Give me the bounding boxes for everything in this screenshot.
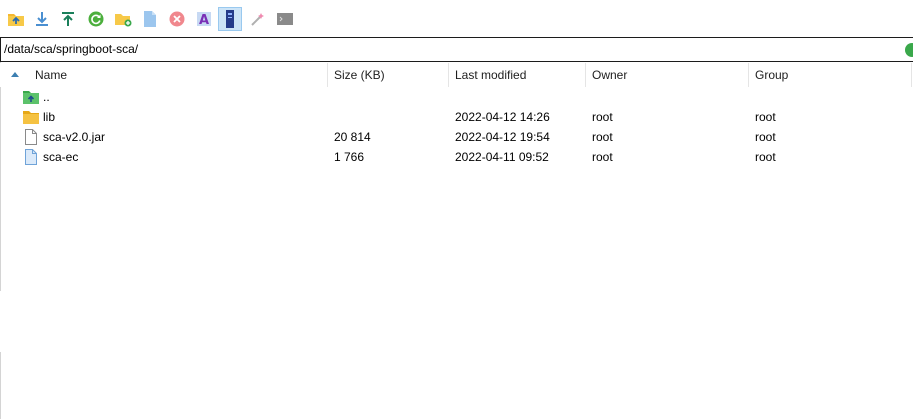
column-divider[interactable] <box>748 63 749 87</box>
file-row[interactable]: lib 2022-04-12 14:26 root root <box>0 107 913 127</box>
column-name-header[interactable]: Name <box>35 63 325 87</box>
new-folder-button[interactable] <box>111 7 135 31</box>
refresh-button[interactable] <box>84 7 108 31</box>
column-divider[interactable] <box>911 63 912 87</box>
new-folder-icon <box>115 14 132 27</box>
new-file-icon <box>144 11 156 27</box>
file-group: root <box>755 110 776 124</box>
file-group: root <box>755 130 776 144</box>
file-size: 20 814 <box>334 130 371 144</box>
column-divider[interactable] <box>448 63 449 87</box>
sort-ascending-icon <box>11 72 19 77</box>
file-icon <box>25 149 37 165</box>
panel-border <box>0 352 1 419</box>
file-browser-panel: A /data/sca/springboot-sca/ Name Size (K… <box>0 0 913 419</box>
find-button[interactable] <box>246 7 270 31</box>
properties-button[interactable] <box>218 7 242 31</box>
column-size-header[interactable]: Size (KB) <box>334 63 444 87</box>
file-owner: root <box>592 130 613 144</box>
file-name: lib <box>43 110 56 124</box>
file-owner: root <box>592 110 613 124</box>
properties-icon <box>226 10 234 28</box>
terminal-button[interactable] <box>273 7 297 31</box>
download-button[interactable] <box>30 7 54 31</box>
file-group: root <box>755 150 776 164</box>
file-row[interactable]: sca-v2.0.jar 20 814 2022-04-12 19:54 roo… <box>0 127 913 147</box>
folder-icon <box>23 111 39 124</box>
file-modified: 2022-04-12 14:26 <box>455 110 550 124</box>
file-row[interactable]: sca-ec 1 766 2022-04-11 09:52 root root <box>0 147 913 167</box>
file-icon <box>25 129 37 145</box>
rename-icon: A <box>197 12 211 27</box>
file-owner: root <box>592 150 613 164</box>
new-file-button[interactable] <box>138 7 162 31</box>
upload-button[interactable] <box>56 7 80 31</box>
delete-icon <box>169 11 185 27</box>
column-header: Name Size (KB) Last modified Owner Group <box>0 63 913 87</box>
column-divider[interactable] <box>327 63 328 87</box>
file-name: sca-v2.0.jar <box>43 130 106 144</box>
column-owner-header[interactable]: Owner <box>592 63 742 87</box>
file-modified: 2022-04-11 09:52 <box>455 150 549 164</box>
go-icon[interactable] <box>905 43 913 57</box>
parent-folder-icon <box>23 91 39 104</box>
path-text: /data/sca/springboot-sca/ <box>4 42 139 56</box>
column-modified-header[interactable]: Last modified <box>455 63 580 87</box>
upload-arrow-icon <box>62 12 74 26</box>
svg-text:A: A <box>199 13 209 27</box>
toolbar: A <box>0 0 913 37</box>
folder-up-icon <box>8 14 24 26</box>
terminal-icon <box>277 13 293 25</box>
column-group-header[interactable]: Group <box>755 63 905 87</box>
path-input[interactable]: /data/sca/springboot-sca/ <box>0 37 913 62</box>
file-modified: 2022-04-12 19:54 <box>455 130 550 144</box>
column-divider[interactable] <box>585 63 586 87</box>
download-arrow-icon <box>36 12 48 26</box>
magic-wand-icon <box>251 13 264 26</box>
refresh-icon <box>88 11 104 27</box>
file-name: .. <box>43 90 50 104</box>
file-row-parent[interactable]: .. <box>0 87 913 107</box>
rename-button[interactable]: A <box>192 7 216 31</box>
parent-directory-button[interactable] <box>4 7 28 31</box>
file-name: sca-ec <box>43 150 79 164</box>
file-size: 1 766 <box>334 150 365 164</box>
delete-button[interactable] <box>165 7 189 31</box>
